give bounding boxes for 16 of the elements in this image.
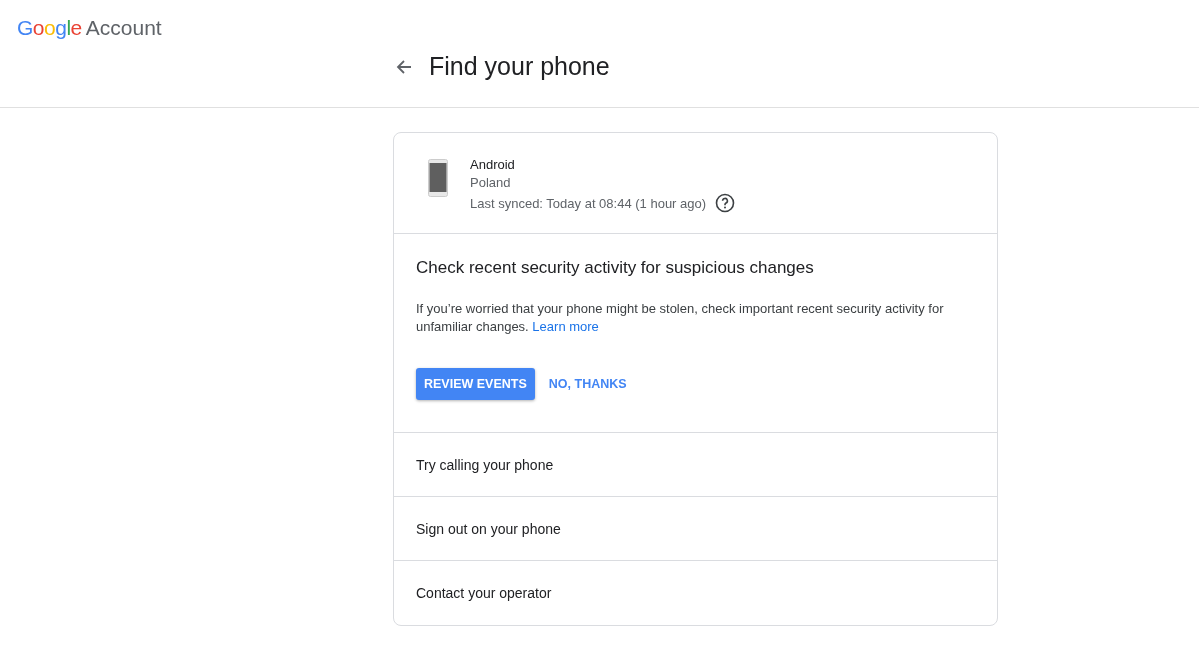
action-row[interactable]: Sign out on your phone xyxy=(394,497,997,561)
page-title: Find your phone xyxy=(429,52,610,81)
device-name: Android xyxy=(470,157,516,172)
back-arrow-icon xyxy=(395,57,413,76)
last-synced-text: Last synced: Today at 08:44 (1 hour ago) xyxy=(470,195,707,211)
section-heading: Check recent security activity for suspicious changes xyxy=(416,258,815,278)
device-location: Poland xyxy=(470,175,512,190)
security-description: If you’re worried that your phone might be stolen, check important recent security activity for unfamiliar changes. Learn more xyxy=(416,300,945,336)
help-icon[interactable] xyxy=(715,193,736,213)
google-account-logo[interactable]: Google Account xyxy=(17,16,162,40)
no-thanks-button[interactable]: NO, THANKS xyxy=(540,368,635,400)
action-row[interactable]: Try calling your phone xyxy=(394,433,997,497)
review-events-button[interactable]: REVIEW EVENTS xyxy=(416,368,535,400)
phone-icon xyxy=(428,159,448,197)
action-row[interactable]: Contact your operator xyxy=(394,561,997,625)
learn-more-link[interactable]: Learn more xyxy=(532,319,599,334)
